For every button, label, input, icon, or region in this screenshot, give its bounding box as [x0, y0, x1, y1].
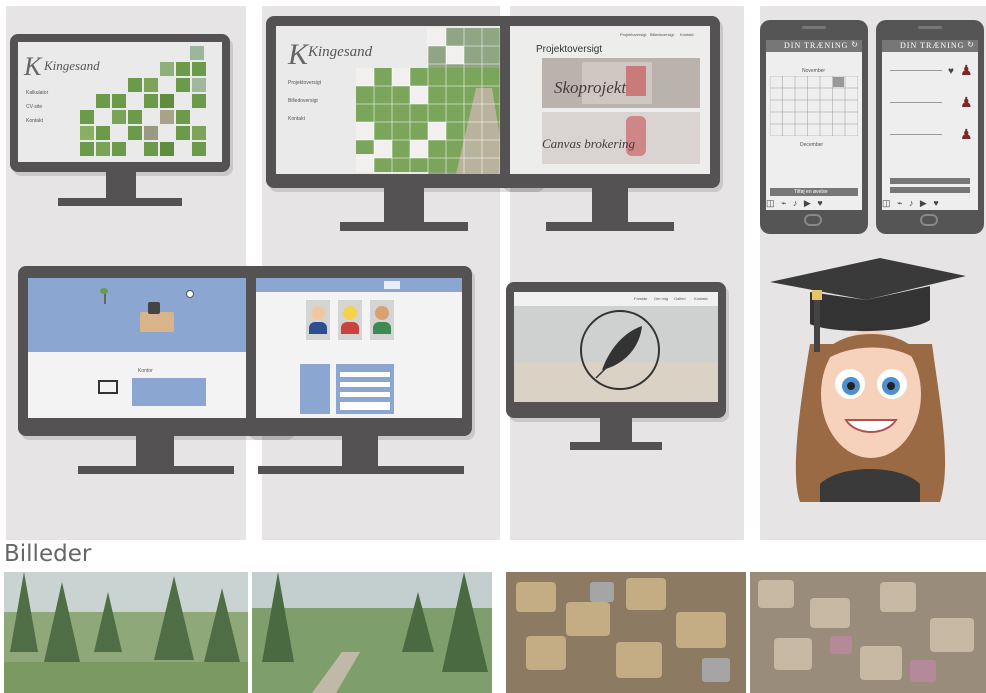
exercise-button-1[interactable]: [890, 178, 970, 184]
portfolio-item-kingesand-calculator[interactable]: K Kingesand Kalkulator CV-site Kontakt: [10, 34, 230, 210]
forest-mosaic-image: [80, 46, 206, 156]
add-exercise-button[interactable]: Tilføj en øvelse: [770, 188, 858, 196]
phone-calendar: DIN TRÆNING ↻ November December Tilføj e…: [760, 20, 868, 234]
contact-form[interactable]: [336, 364, 394, 414]
portfolio-item-projektoversigt[interactable]: Projektoversigt Billedoversigt Kontakt P…: [500, 16, 724, 236]
feather-logo-icon: [580, 310, 660, 390]
bottom-toolbar: ◫ ⌁ ♪ ▶ ♥: [766, 198, 825, 208]
nav-item-4[interactable]: Kontakt: [694, 296, 708, 301]
nav-item-1[interactable]: Forside: [634, 296, 647, 301]
nav-item-3[interactable]: Kontakt: [680, 32, 694, 37]
portfolio-item-training-app[interactable]: DIN TRÆNING ↻ November December Tilføj e…: [760, 20, 986, 236]
heart-icon[interactable]: ♥: [948, 66, 954, 77]
profile-card-3[interactable]: [370, 300, 394, 340]
calendar-grid: [770, 76, 858, 136]
gallery-image-locks-1[interactable]: [506, 572, 746, 693]
menu-item-1[interactable]: Kalkulator: [26, 90, 48, 96]
refresh-icon[interactable]: ↻: [967, 40, 974, 49]
portfolio-page: K Kingesand Kalkulator CV-site Kontakt K…: [0, 0, 986, 693]
phone-exercises: DIN TRÆNING ↻ ♥ ♟ ♟ ♟ ◫ ⌁ ♪ ▶ ♥: [876, 20, 984, 234]
graduate-avatar-illustration: [770, 254, 970, 506]
bottom-toolbar: ◫ ⌁ ♪ ▶ ♥: [882, 198, 941, 208]
menu-item-3[interactable]: Kontakt: [288, 116, 305, 122]
exercise-figure-icon: ♟: [960, 126, 973, 142]
month-label-1: November: [802, 68, 826, 74]
project-title-canvas: Canvas brokering: [542, 136, 636, 151]
nav-item-2[interactable]: Billedoversigt: [650, 32, 674, 37]
menu-item-2[interactable]: Billedoversigt: [288, 98, 318, 104]
profile-card-2[interactable]: [338, 300, 362, 340]
gallery-image-forest-2[interactable]: [252, 572, 492, 693]
gallery-image-forest-1[interactable]: [4, 572, 248, 693]
profile-card-1[interactable]: [306, 300, 330, 340]
section-heading: Billeder: [4, 541, 92, 567]
app-header: DIN TRÆNING ↻: [766, 40, 862, 52]
exercise-figure-icon: ♟: [960, 62, 973, 78]
projekt-title: Projektoversigt: [536, 44, 603, 55]
hero-banner: [28, 278, 282, 352]
portfolio-item-feather-site[interactable]: Forside Om mig Galleri Kontakt: [506, 282, 728, 456]
info-card: [132, 378, 206, 406]
month-label-2: December: [800, 142, 824, 148]
project-title-shoe: Skoprojekt: [554, 78, 627, 97]
exercise-button-2[interactable]: [890, 187, 970, 193]
nav-item-3[interactable]: Galleri: [674, 296, 686, 301]
nav-item-1[interactable]: Projektoversigt: [620, 32, 646, 37]
app-header: DIN TRÆNING ↻: [882, 40, 978, 52]
gallery-image-locks-2[interactable]: [750, 572, 986, 693]
nav-item-2[interactable]: Om mig: [654, 296, 668, 301]
refresh-icon[interactable]: ↻: [851, 40, 858, 49]
office-subtitle: Kontor: [138, 368, 153, 374]
computer-icon: [98, 380, 118, 394]
portfolio-item-team-site[interactable]: [246, 266, 476, 480]
exercise-figure-icon: ♟: [960, 94, 973, 110]
info-panel: [300, 364, 330, 414]
menu-item-3[interactable]: Kontakt: [26, 118, 43, 124]
desk-illustration: [140, 312, 174, 332]
menu-item-2[interactable]: CV-site: [26, 104, 42, 110]
